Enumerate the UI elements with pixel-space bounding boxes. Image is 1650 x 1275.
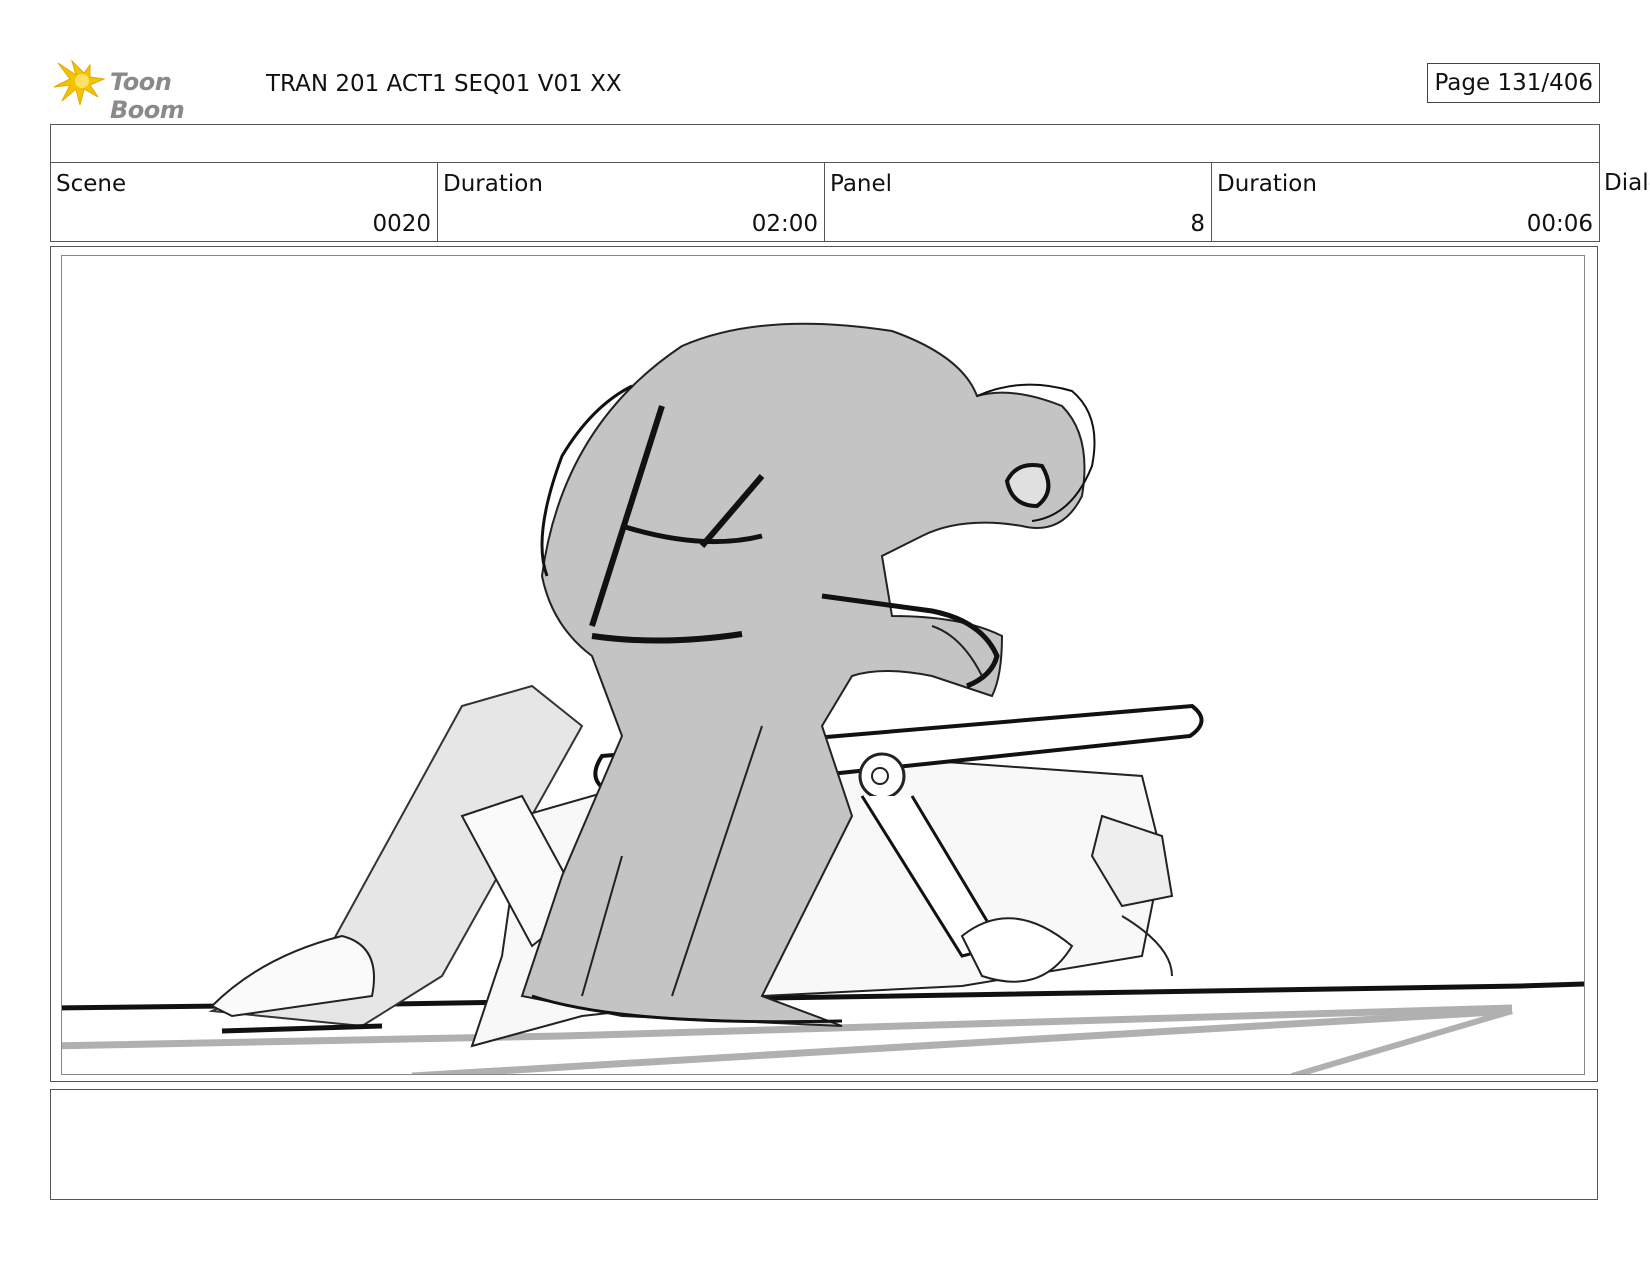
scene-duration-label: Duration	[443, 171, 543, 197]
panel-value: 8	[1190, 211, 1205, 237]
sketch-drawing	[62, 322, 1584, 1074]
panel-duration-label: Duration	[1217, 171, 1317, 197]
sequence-row	[50, 124, 1600, 163]
dialog-label: Dialo	[1604, 170, 1650, 196]
scene-duration-cell: Duration 02:00	[438, 163, 825, 241]
panel-info-row: Scene 0020 Duration 02:00 Panel 8 Durati…	[50, 162, 1600, 242]
page-number-box: Page 131/406	[1427, 63, 1600, 103]
page-number: Page 131/406	[1434, 70, 1593, 96]
scene-duration-value: 02:00	[751, 211, 818, 237]
panel-duration-cell: Duration 00:06	[1212, 163, 1599, 241]
logo-text: Toon Boom	[110, 68, 185, 124]
storyboard-image	[61, 255, 1585, 1075]
notes-area	[50, 1089, 1598, 1200]
starburst-icon	[53, 59, 106, 106]
scene-label: Scene	[56, 171, 127, 197]
document-title: TRAN 201 ACT1 SEQ01 V01 XX	[266, 71, 622, 97]
toon-boom-logo: Toon Boom	[52, 57, 252, 124]
panel-duration-value: 00:06	[1526, 211, 1593, 237]
page-header: Toon Boom TRAN 201 ACT1 SEQ01 V01 XX Pag…	[50, 55, 1600, 124]
panel-label: Panel	[830, 171, 893, 197]
scene-value: 0020	[372, 211, 431, 237]
panel-cell: Panel 8	[825, 163, 1212, 241]
scene-cell: Scene 0020	[51, 163, 438, 241]
